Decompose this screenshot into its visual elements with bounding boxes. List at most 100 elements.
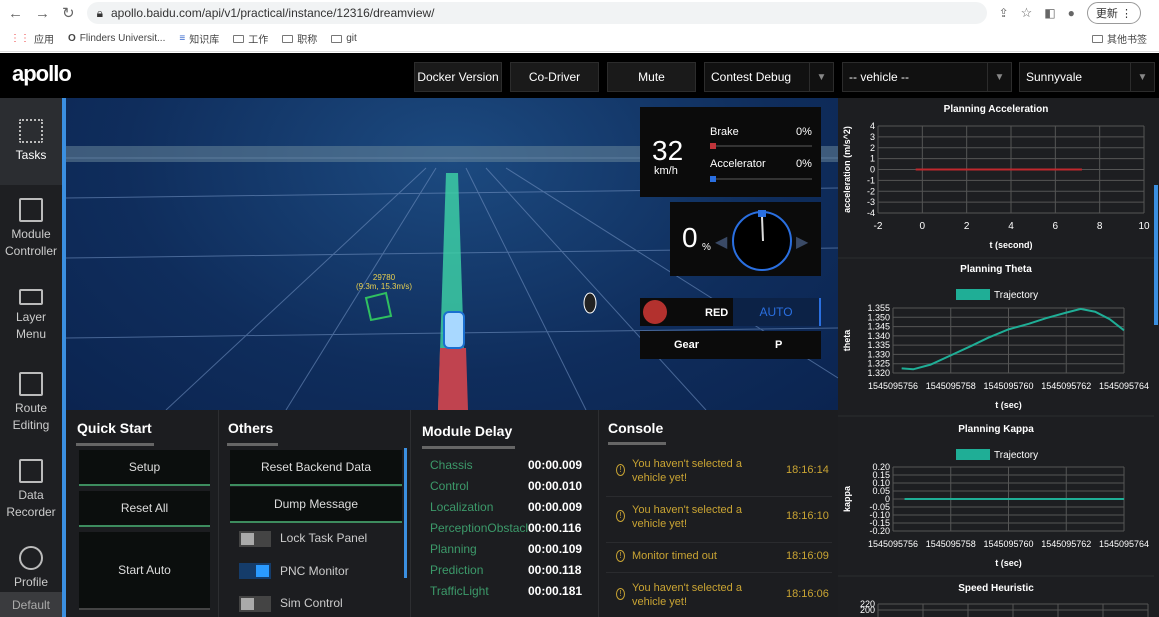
brake-value: 0%	[796, 126, 812, 138]
apps-grid-icon: ⋮⋮	[10, 33, 30, 44]
reset-backend-data-button[interactable]: Reset Backend Data	[230, 450, 402, 486]
flinders-icon: O	[68, 33, 76, 44]
star-icon[interactable]: ☆	[1021, 5, 1033, 21]
pnc-monitor-label: PNC Monitor	[280, 564, 349, 578]
accelerator-value: 0%	[796, 158, 812, 170]
speed-panel: 32 km/h Brake 0% Accelerator 0%	[640, 107, 821, 197]
y-tick-label: -4	[867, 208, 875, 218]
forward-icon[interactable]: →	[35, 5, 50, 22]
layer-menu-icon	[19, 288, 43, 305]
console-message: Monitor timed out	[632, 550, 717, 562]
share-icon[interactable]: ⇪	[999, 6, 1009, 20]
module-delay-name: Prediction	[430, 563, 484, 577]
sidebar-item-data-recorder[interactable]: Data Recorder	[0, 446, 62, 533]
address-bar[interactable]: 🔒︎ apollo.baidu.com/api/v1/practical/inst…	[86, 2, 987, 24]
gear-panel: Gear P	[640, 331, 821, 359]
module-delay-name: TrafficLight	[430, 584, 489, 598]
module-delay-name: Chassis	[430, 458, 473, 472]
accelerator-label: Accelerator	[710, 158, 766, 170]
update-button[interactable]: 更新 ⋮	[1086, 2, 1141, 24]
charts-svg: Planning Acceleration43210-1-2-3-4-2 0 2 4 6…	[838, 104, 1154, 617]
bookmark-work[interactable]: 工作	[233, 31, 268, 46]
obstacle-box	[364, 291, 393, 322]
bookmark-other[interactable]: 其他书签	[1092, 31, 1147, 46]
start-auto-button[interactable]: Start Auto	[79, 532, 210, 610]
sidebar-item-layer-menu[interactable]: Layer Menu	[0, 272, 62, 359]
legend-label: Trajectory	[994, 290, 1038, 301]
speed-unit: km/h	[654, 165, 678, 177]
sidepanel-icon[interactable]: ◧	[1044, 6, 1055, 20]
default-profile-label: Default	[0, 592, 62, 617]
y-tick-label: 200	[860, 605, 875, 615]
console-timestamp: 18:16:06	[786, 588, 829, 600]
y-tick-label: 0	[870, 165, 875, 175]
lock-task-panel-toggle[interactable]	[239, 531, 271, 547]
folder-icon	[233, 34, 245, 43]
docker-version-button[interactable]: Docker Version	[414, 62, 502, 92]
console-title: Console	[608, 420, 664, 436]
reset-all-button[interactable]: Reset All	[79, 491, 210, 527]
console-timestamp: 18:16:14	[786, 464, 829, 476]
bookmark-knowledge[interactable]: ≡ 知识库	[179, 31, 219, 46]
x-tick-label: 10	[1138, 221, 1150, 232]
sidebar-item-tasks[interactable]: Tasks	[0, 98, 62, 185]
dump-message-button[interactable]: Dump Message	[230, 487, 402, 523]
console-message: You haven't selected a vehicle yet!	[632, 458, 742, 484]
bookmark-apps[interactable]: ⋮⋮ 应用	[10, 31, 54, 46]
module-delay-title: Module Delay	[422, 423, 513, 439]
vehicle-select[interactable]: -- vehicle -- ▼	[842, 62, 1012, 92]
mode-select[interactable]: Contest Debug ▼	[704, 62, 834, 92]
steering-panel: 0 % ◀ ▶	[670, 202, 821, 276]
module-delay-name: PerceptionObstacle	[430, 521, 530, 535]
sidebar-item-module-controller[interactable]: Module Controller	[0, 185, 62, 272]
brake-bar	[710, 143, 812, 149]
app-header: apollo Docker Version Co-Driver Mute Con…	[0, 53, 1159, 98]
left-turn-signal-icon: ◀	[715, 234, 728, 251]
legend-label: Trajectory	[994, 450, 1038, 461]
bookmark-git[interactable]: git	[331, 33, 357, 44]
bookmark-flinders[interactable]: O Flinders Universit...	[68, 33, 165, 44]
apollo-logo: apollo	[12, 61, 72, 86]
route-editing-icon	[19, 371, 43, 396]
x-tick-label: 4	[1008, 221, 1014, 232]
pnc-monitor-toggle[interactable]	[239, 563, 271, 579]
x-tick-label: 1545095760	[983, 381, 1033, 391]
folder-icon	[1092, 34, 1103, 43]
others-title: Others	[228, 420, 274, 436]
chart-title: Planning Kappa	[958, 424, 1034, 435]
legend-swatch	[956, 289, 990, 300]
map-select[interactable]: Sunnyvale ▼	[1019, 62, 1155, 92]
lock-icon: 🔒︎	[96, 5, 103, 20]
tasks-grid-icon	[19, 119, 43, 143]
console-timestamp: 18:16:09	[786, 550, 829, 562]
warning-icon: !	[616, 588, 625, 600]
chart-title: Speed Heuristic	[958, 583, 1034, 594]
sidebar-item-route-editing[interactable]: Route Editing	[0, 359, 62, 446]
sim-control-toggle[interactable]	[239, 596, 271, 612]
reload-icon[interactable]: ↻	[62, 4, 75, 22]
url-text: apollo.baidu.com/api/v1/practical/instan…	[110, 6, 435, 20]
profile-icon[interactable]: ●	[1068, 6, 1075, 20]
lock-task-panel-label: Lock Task Panel	[280, 531, 368, 545]
module-delay-name: Localization	[430, 500, 494, 514]
folder-icon	[282, 34, 294, 43]
charts-scrollbar[interactable]	[1154, 185, 1158, 325]
gear-value: P	[775, 339, 783, 351]
y-tick-label: 4	[870, 121, 875, 131]
others-scrollbar[interactable]	[404, 448, 407, 578]
bookmark-title[interactable]: 职称	[282, 31, 317, 46]
x-tick-label: 1545095764	[1099, 381, 1149, 391]
chevron-down-icon: ▼	[987, 63, 1011, 91]
console-message: You haven't selected a vehicle yet!	[632, 582, 742, 608]
console-timestamp: 18:16:10	[786, 510, 829, 522]
browser-chrome: ← → ↻ 🔒︎ apollo.baidu.com/api/v1/practica…	[0, 0, 1159, 53]
x-tick-label: 0	[920, 221, 926, 232]
co-driver-button[interactable]: Co-Driver	[510, 62, 599, 92]
back-icon[interactable]: ←	[8, 5, 23, 22]
y-tick-label: 1	[870, 154, 875, 164]
mute-button[interactable]: Mute	[607, 62, 696, 92]
warning-icon: !	[616, 510, 625, 522]
setup-button[interactable]: Setup	[79, 450, 210, 486]
module-delay-value: 00:00.010	[528, 479, 583, 493]
pnc-monitor-charts: Planning Acceleration 4 3 2 1 0 -1 -2 -3 -4 -2 0 2 4 6…	[838, 98, 1159, 617]
